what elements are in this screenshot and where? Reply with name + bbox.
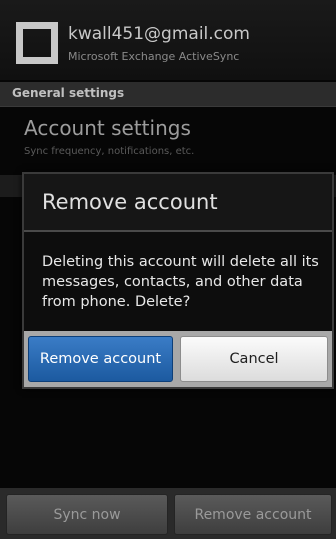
account-settings-summary: Sync frequency, notifications, etc.: [24, 146, 195, 157]
bottom-action-bar: Sync now Remove account: [0, 488, 336, 539]
exchange-account-icon: [16, 22, 58, 64]
confirm-remove-account-button[interactable]: Remove account: [28, 336, 173, 382]
dialog-title-bar: Remove account: [24, 174, 332, 232]
account-settings-title: Account settings: [24, 116, 191, 140]
cancel-button[interactable]: Cancel: [180, 336, 328, 382]
section-header-label: General settings: [12, 86, 125, 100]
account-type: Microsoft Exchange ActiveSync: [68, 50, 240, 63]
remove-account-dialog: Remove account Deleting this account wil…: [22, 172, 334, 389]
account-email: kwall451@gmail.com: [68, 24, 250, 44]
sync-now-button[interactable]: Sync now: [6, 494, 168, 535]
dialog-title: Remove account: [42, 190, 218, 214]
section-header-general: General settings: [0, 82, 336, 107]
dialog-button-bar: Remove account Cancel: [24, 331, 332, 387]
remove-account-button[interactable]: Remove account: [174, 494, 332, 535]
dialog-message: Deleting this account will delete all it…: [42, 254, 319, 310]
account-header: kwall451@gmail.com Microsoft Exchange Ac…: [0, 0, 336, 80]
account-settings-screen: kwall451@gmail.com Microsoft Exchange Ac…: [0, 0, 336, 539]
